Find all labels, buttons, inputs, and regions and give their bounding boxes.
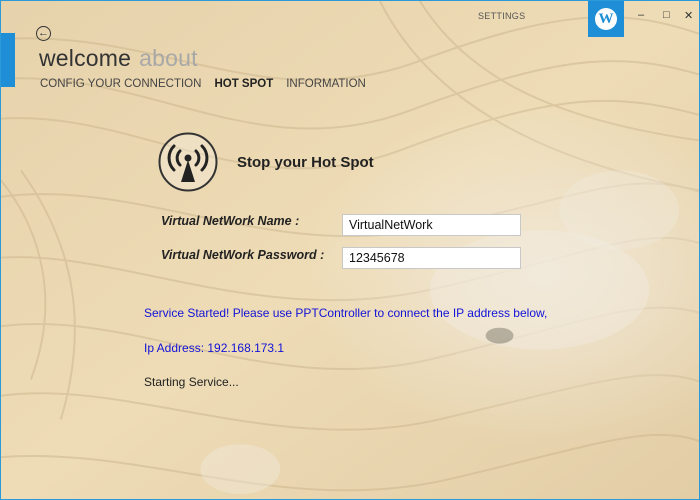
tab-bar: CONFIG YOUR CONNECTION HOT SPOT INFORMAT…	[40, 78, 366, 90]
wordpress-icon: W	[595, 8, 617, 30]
network-name-label: Virtual NetWork Name :	[161, 214, 300, 228]
settings-link[interactable]: SETTINGS	[478, 11, 525, 21]
wordpress-button[interactable]: W	[588, 1, 624, 37]
hotspot-title: Stop your Hot Spot	[237, 154, 374, 171]
service-status-message: Service Started! Please use PPTControlle…	[144, 306, 548, 320]
side-accent-tab	[1, 33, 15, 87]
minimize-icon[interactable]: –	[638, 9, 644, 21]
about-link[interactable]: about	[139, 45, 198, 71]
wireless-hotspot-icon[interactable]	[158, 132, 218, 192]
app-window: ← welcome about CONFIG YOUR CONNECTION HO…	[0, 0, 700, 500]
network-password-input[interactable]	[342, 247, 521, 269]
ip-address-text: Ip Address: 192.168.173.1	[144, 341, 285, 355]
network-name-input[interactable]	[342, 214, 521, 236]
network-password-label: Virtual NetWork Password :	[161, 248, 325, 262]
tab-config-connection[interactable]: CONFIG YOUR CONNECTION	[40, 78, 201, 90]
progress-status-text: Starting Service...	[144, 375, 239, 389]
page-title-row: welcome about	[39, 45, 198, 72]
maximize-icon[interactable]: □	[663, 9, 670, 21]
close-icon[interactable]: ✕	[684, 9, 693, 22]
tab-hot-spot[interactable]: HOT SPOT	[214, 78, 273, 90]
page-title: welcome	[39, 45, 132, 71]
tab-information[interactable]: INFORMATION	[286, 78, 366, 90]
back-arrow-icon[interactable]: ←	[36, 26, 51, 41]
